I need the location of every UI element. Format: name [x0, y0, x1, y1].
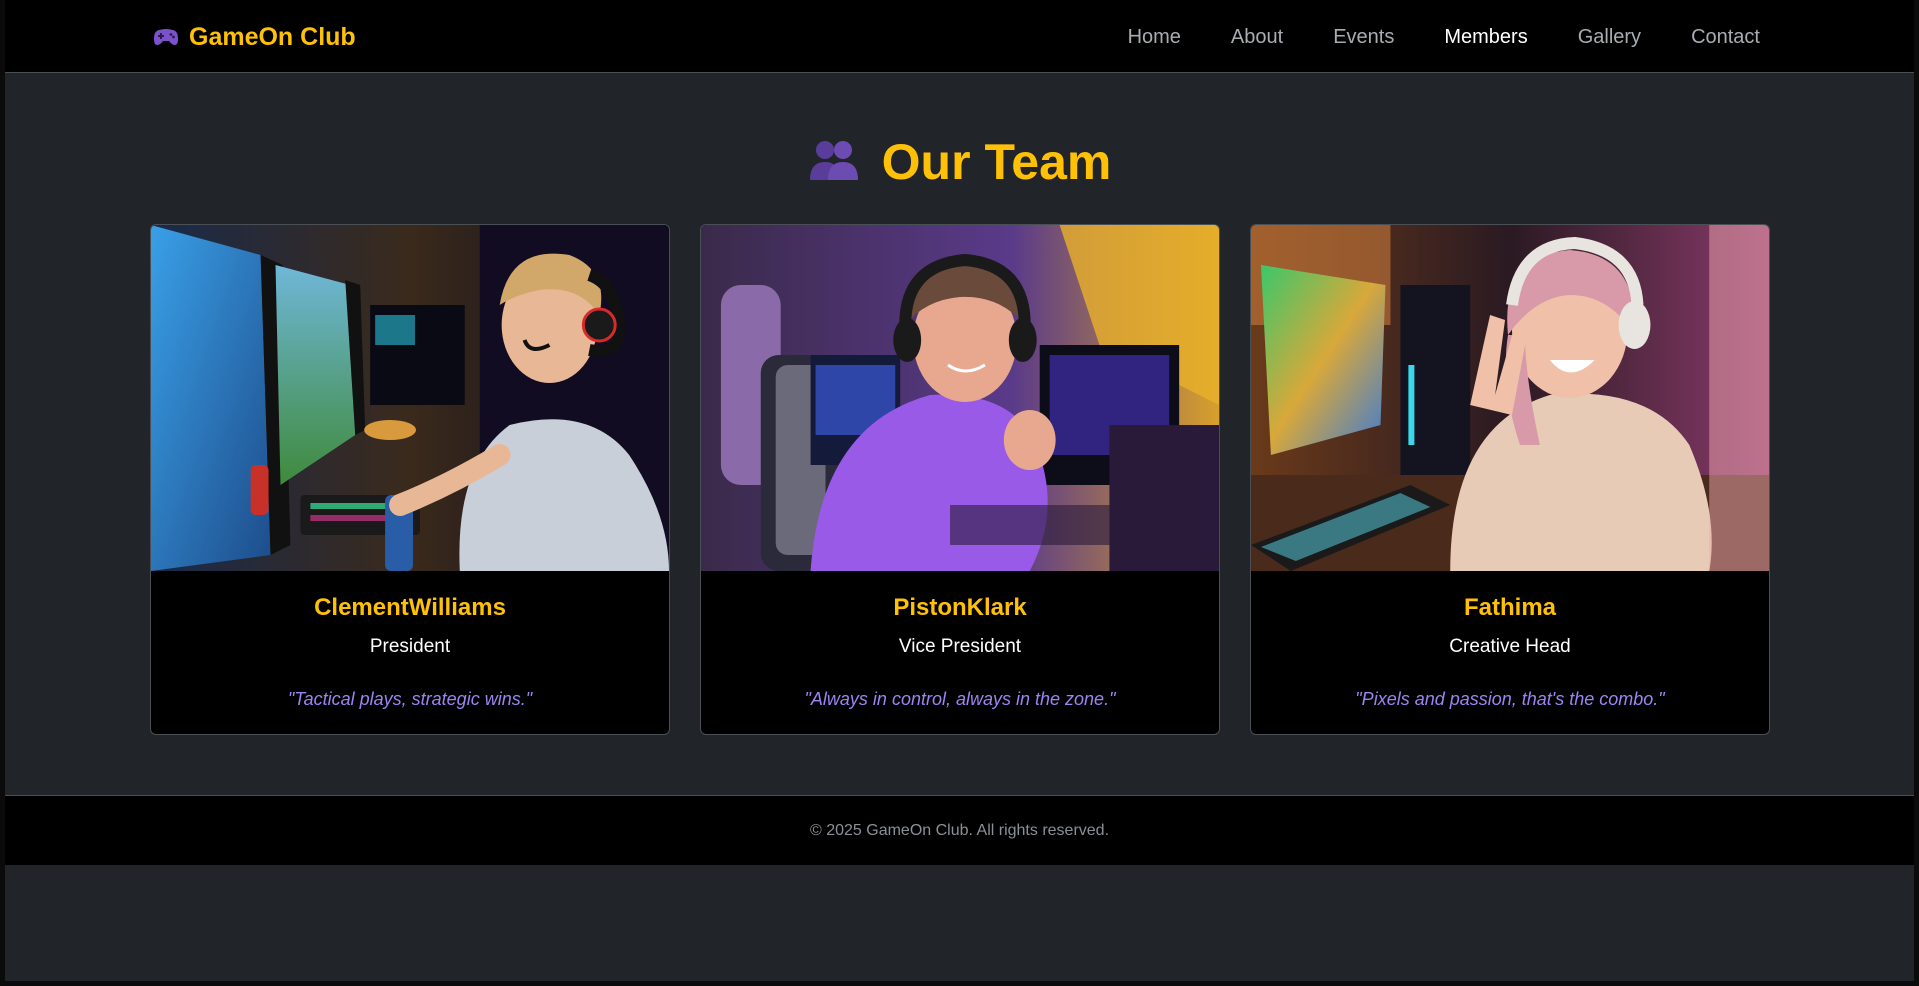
footer-copyright: © 2025 GameOn Club. All rights reserved. [809, 821, 1110, 839]
member-quote: "Pixels and passion, that's the combo." [1355, 689, 1665, 709]
gamer-with-headset-photo [701, 225, 1219, 571]
member-name: PistonKlark [893, 594, 1027, 621]
team-heading: Our Team [5, 132, 1914, 192]
member-name: ClementWilliams [314, 594, 506, 621]
member-card: ClementWilliams President "Tactical play… [150, 224, 670, 735]
nav-events[interactable]: Events [1333, 26, 1394, 49]
page-frame: GameOn Club Home About Events Members Ga… [5, 0, 1914, 981]
nav-about[interactable]: About [1231, 26, 1283, 49]
nav-links: Home About Events Members Gallery Contac… [1078, 20, 1760, 54]
member-card: PistonKlark Vice President "Always in co… [700, 224, 1220, 735]
member-role: Creative Head [1449, 636, 1571, 657]
member-card: Fathima Creative Head "Pixels and passio… [1250, 224, 1770, 735]
member-name: Fathima [1463, 594, 1556, 621]
nav-home[interactable]: Home [1128, 26, 1181, 49]
gamepad-icon [153, 27, 179, 47]
nav-contact[interactable]: Contact [1691, 26, 1760, 49]
brand-name: GameOn Club [189, 22, 356, 51]
members-grid: ClementWilliams President "Tactical play… [150, 224, 1770, 735]
member-quote: "Tactical plays, strategic wins." [287, 689, 533, 709]
gamer-at-monitors-photo [151, 225, 669, 571]
page-title: Our Team [881, 134, 1112, 190]
member-quote: "Always in control, always in the zone." [804, 689, 1116, 709]
navbar: GameOn Club Home About Events Members Ga… [5, 0, 1914, 73]
member-role: Vice President [898, 636, 1022, 657]
people-icon [808, 138, 860, 187]
member-role: President [369, 636, 451, 657]
nav-members[interactable]: Members [1444, 26, 1527, 49]
brand-link[interactable]: GameOn Club [153, 20, 356, 54]
gamer-selfie-photo [1251, 225, 1769, 571]
footer: © 2025 GameOn Club. All rights reserved. [5, 795, 1914, 865]
nav-gallery[interactable]: Gallery [1578, 26, 1641, 49]
